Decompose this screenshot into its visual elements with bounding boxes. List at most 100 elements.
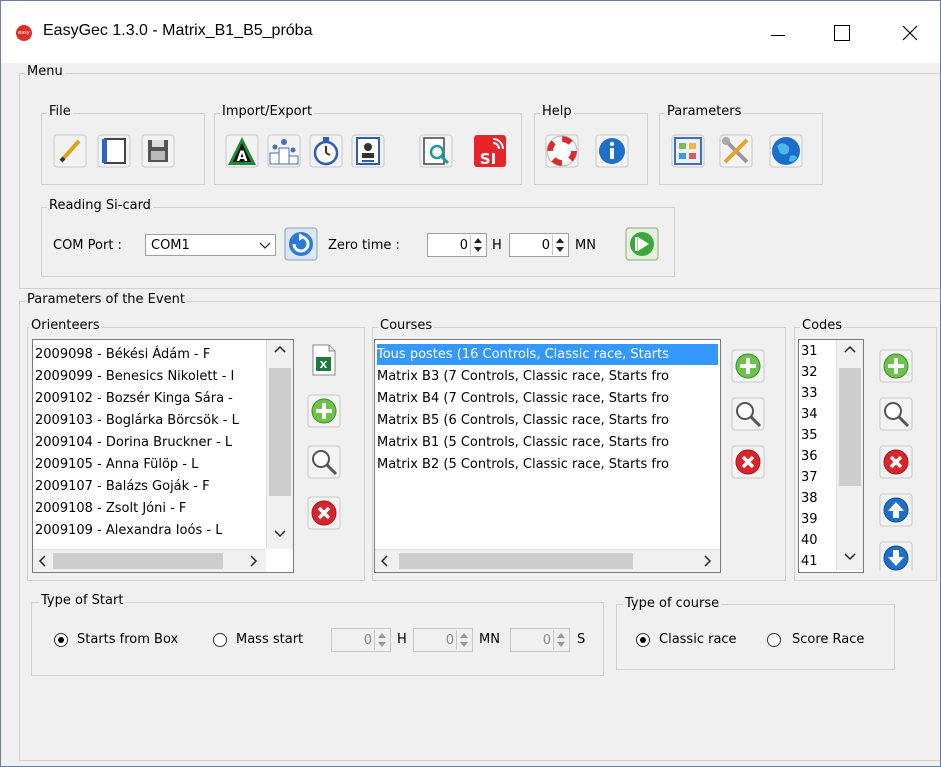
starts-from-box-radio[interactable] <box>54 633 68 647</box>
spinner-arrows-icon[interactable] <box>553 630 568 650</box>
help-button[interactable] <box>545 134 579 168</box>
list-item[interactable]: 36 <box>801 446 818 467</box>
courses-hscroll-thumb[interactable] <box>399 553 633 569</box>
list-item[interactable]: Matrix B3 (7 Controls, Classic race, Sta… <box>377 366 669 387</box>
list-item[interactable]: 2009099 - Benesics Nikolett - I <box>35 366 234 387</box>
mass-start-hours-spinner[interactable]: 0 <box>331 628 391 652</box>
list-item[interactable]: 35 <box>801 425 818 446</box>
orienteers-list[interactable]: 2009098 - Békési Ádám - F 2009099 - Bene… <box>32 339 294 573</box>
delete-orienteer-button[interactable] <box>307 496 341 530</box>
list-item[interactable]: 2009098 - Békési Ádám - F <box>35 344 210 365</box>
timing-button[interactable] <box>309 134 343 168</box>
mass-start-minutes-spinner[interactable]: 0 <box>413 628 473 652</box>
scroll-down-icon[interactable] <box>837 548 863 566</box>
search-document-button[interactable] <box>419 134 453 168</box>
spinner-arrows-icon[interactable] <box>552 235 567 255</box>
codes-vertical-scrollbar[interactable] <box>836 340 863 570</box>
search-course-button[interactable] <box>731 397 765 431</box>
list-item[interactable]: Matrix B5 (6 Controls, Classic race, Sta… <box>377 410 669 431</box>
com-port-select[interactable]: COM1 <box>145 234 276 256</box>
score-race-radio[interactable] <box>767 633 781 647</box>
classic-race-label[interactable]: Classic race <box>659 632 737 647</box>
open-event-button[interactable] <box>97 134 131 168</box>
close-button[interactable] <box>887 15 933 51</box>
list-item[interactable]: Matrix B2 (5 Controls, Classic race, Sta… <box>377 454 669 475</box>
about-button[interactable] <box>595 134 629 168</box>
import-a-button[interactable]: A <box>225 134 259 168</box>
mass-start-seconds-spinner[interactable]: 0 <box>510 628 570 652</box>
results-button[interactable] <box>267 134 301 168</box>
delete-course-button[interactable] <box>731 445 765 479</box>
list-item[interactable]: 37 <box>801 467 818 488</box>
app-logo-icon: easy <box>16 25 32 41</box>
list-item[interactable]: 2009104 - Dorina Bruckner - L <box>35 432 232 453</box>
list-item[interactable]: 39 <box>801 509 818 530</box>
layout-settings-button[interactable] <box>671 134 705 168</box>
score-race-label[interactable]: Score Race <box>792 632 864 647</box>
spinner-arrows-icon[interactable] <box>456 630 471 650</box>
list-item[interactable]: 40 <box>801 530 818 551</box>
zero-time-hours-value: 0 <box>459 238 468 253</box>
language-button[interactable] <box>769 134 803 168</box>
minimize-button[interactable] <box>755 15 801 51</box>
courses-list[interactable]: Tous postes (16 Controls, Classic race, … <box>374 339 721 573</box>
scroll-down-icon[interactable] <box>267 525 293 543</box>
codes-scroll-thumb[interactable] <box>839 368 861 486</box>
search-orienteer-button[interactable] <box>307 445 341 479</box>
list-item[interactable]: 34 <box>801 404 818 425</box>
list-item[interactable]: 2009102 - Bozsér Kinga Sára - <box>35 388 233 409</box>
list-item[interactable]: 2009105 - Anna Fülöp - L <box>35 454 198 475</box>
id-card-button[interactable] <box>351 134 385 168</box>
scroll-up-icon[interactable] <box>837 340 863 358</box>
orienteers-scroll-thumb[interactable] <box>269 368 291 496</box>
save-event-button[interactable] <box>141 134 175 168</box>
list-item[interactable]: 2009107 - Balázs Goják - F <box>35 476 210 497</box>
help-label: Help <box>540 104 574 119</box>
mass-start-label[interactable]: Mass start <box>236 632 303 647</box>
scroll-up-icon[interactable] <box>267 340 293 358</box>
add-code-button[interactable] <box>879 349 913 383</box>
tools-button[interactable] <box>719 134 753 168</box>
list-item[interactable]: 2009108 - Zsolt Jóni - F <box>35 498 186 519</box>
maximize-button[interactable] <box>820 15 866 51</box>
list-item[interactable]: Matrix B4 (7 Controls, Classic race, Sta… <box>377 388 669 409</box>
move-code-up-button[interactable] <box>879 493 913 527</box>
orienteers-horizontal-scrollbar[interactable] <box>33 549 266 572</box>
add-orienteer-button[interactable] <box>307 394 341 428</box>
scroll-left-icon[interactable] <box>33 550 53 572</box>
list-item[interactable]: 33 <box>801 383 818 404</box>
minutes-unit-label: MN <box>575 238 596 253</box>
title-bar[interactable]: easy EasyGec 1.3.0 - Matrix_B1_B5_próba <box>1 1 940 63</box>
zero-time-minutes-spinner[interactable]: 0 <box>509 233 569 257</box>
orienteers-vertical-scrollbar[interactable] <box>266 340 293 549</box>
list-item[interactable]: Matrix B1 (5 Controls, Classic race, Sta… <box>377 432 669 453</box>
scroll-right-icon[interactable] <box>697 550 717 572</box>
list-item[interactable]: 2009103 - Boglárka Börcsök - L <box>35 410 239 431</box>
refresh-ports-button[interactable] <box>284 227 318 261</box>
list-item[interactable]: 2009109 - Alexandra Joós - L <box>35 520 222 534</box>
move-code-down-button[interactable] <box>879 541 913 571</box>
classic-race-radio[interactable] <box>636 633 650 647</box>
list-item[interactable]: 41 <box>801 551 818 572</box>
spinner-arrows-icon[interactable] <box>470 235 485 255</box>
starts-from-box-label[interactable]: Starts from Box <box>77 632 178 647</box>
codes-list[interactable]: 31 32 33 34 35 36 37 38 39 40 41 <box>798 339 864 573</box>
si-import-button[interactable]: SI <box>473 134 507 168</box>
spinner-arrows-icon[interactable] <box>374 630 389 650</box>
list-item-selected[interactable]: Tous postes (16 Controls, Classic race, … <box>377 344 718 365</box>
search-code-button[interactable] <box>879 397 913 431</box>
scroll-right-icon[interactable] <box>243 550 263 572</box>
orienteers-hscroll-thumb[interactable] <box>53 553 223 569</box>
delete-code-button[interactable] <box>879 445 913 479</box>
list-item[interactable]: 31 <box>801 341 818 362</box>
scroll-left-icon[interactable] <box>375 550 395 572</box>
zero-time-hours-spinner[interactable]: 0 <box>427 233 487 257</box>
new-event-button[interactable] <box>53 134 87 168</box>
import-excel-button[interactable]: X <box>307 343 341 377</box>
list-item[interactable]: 38 <box>801 488 818 509</box>
courses-horizontal-scrollbar[interactable] <box>375 549 720 572</box>
add-course-button[interactable] <box>731 349 765 383</box>
list-item[interactable]: 32 <box>801 362 818 383</box>
start-reading-button[interactable] <box>625 227 659 261</box>
mass-start-radio[interactable] <box>213 633 227 647</box>
